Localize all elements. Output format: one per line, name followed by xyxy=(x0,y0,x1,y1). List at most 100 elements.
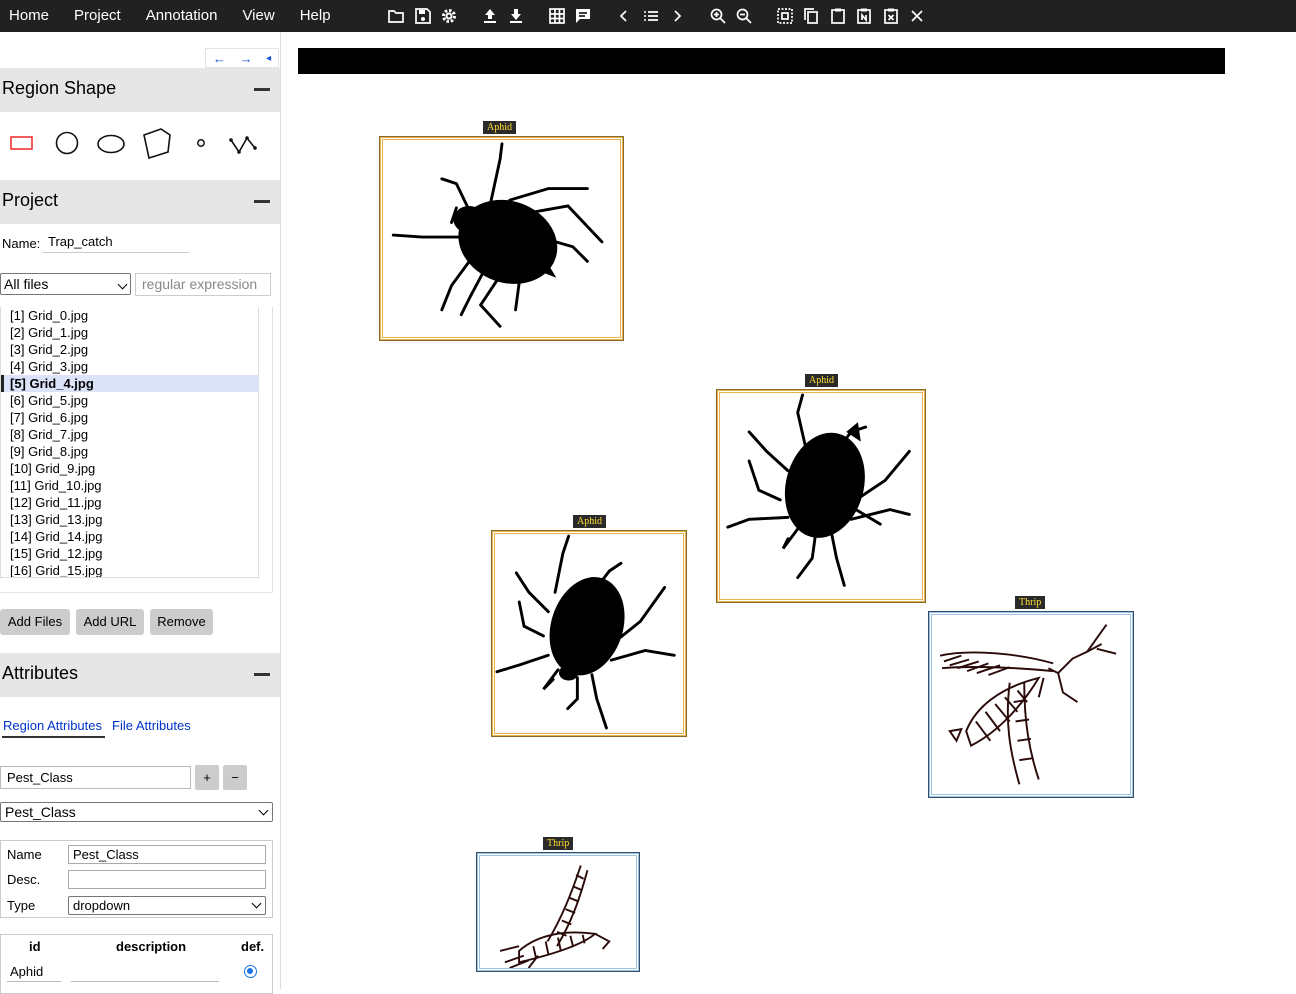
attr-name-field[interactable]: Pest_Class xyxy=(68,845,266,864)
paste-n-icon[interactable] xyxy=(854,6,874,26)
section-title: Project xyxy=(2,190,59,210)
point-shape-icon[interactable] xyxy=(195,137,207,149)
column-header-default: def. xyxy=(241,939,265,954)
image-top-strip xyxy=(298,48,1225,74)
filter-selected-value: All files xyxy=(4,276,49,292)
file-list-item[interactable]: [3] Grid_2.jpg xyxy=(1,341,258,358)
grid-view-icon[interactable] xyxy=(547,6,567,26)
add-url-button[interactable]: Add URL xyxy=(76,609,144,635)
nav-left-arrow[interactable]: ← xyxy=(213,51,226,66)
region-label[interactable]: Aphid xyxy=(805,374,838,387)
prev-icon[interactable] xyxy=(614,6,634,26)
new-attribute-input[interactable]: Pest_Class xyxy=(0,766,191,789)
project-name-label: Name: xyxy=(2,236,41,251)
nav-right-arrow[interactable]: → xyxy=(239,51,252,66)
close-icon[interactable] xyxy=(907,6,927,26)
menu-annotation[interactable]: Annotation xyxy=(137,0,234,32)
attribute-selected-value: Pest_Class xyxy=(5,804,76,820)
zoom-in-icon[interactable] xyxy=(708,6,728,26)
menu-view[interactable]: View xyxy=(233,0,290,32)
file-list-item[interactable]: [1] Grid_0.jpg xyxy=(1,307,258,324)
next-icon[interactable] xyxy=(667,6,687,26)
menu-home[interactable]: Home xyxy=(0,0,65,32)
collapse-panel-arrow[interactable]: ◂ xyxy=(266,53,271,64)
region-label[interactable]: Aphid xyxy=(573,515,606,528)
panel-nav: ← → ◂ xyxy=(205,48,279,68)
attr-type-label: Type xyxy=(7,898,36,913)
settings-icon[interactable] xyxy=(439,6,459,26)
annotation-region[interactable] xyxy=(379,136,624,341)
comment-icon[interactable] xyxy=(573,6,593,26)
file-list-item[interactable]: [9] Grid_8.jpg xyxy=(1,443,258,460)
file-filter-select[interactable]: All files xyxy=(0,273,131,295)
file-list-item[interactable]: [13] Grid_13.jpg xyxy=(1,511,258,528)
tab-region-attributes[interactable]: Region Attributes xyxy=(3,718,102,733)
file-list-item[interactable]: [14] Grid_14.jpg xyxy=(1,528,258,545)
annotation-region[interactable] xyxy=(491,530,687,737)
polygon-shape-icon[interactable] xyxy=(141,127,173,159)
region-label[interactable]: Thrip xyxy=(543,837,574,850)
column-header-id: id xyxy=(29,939,41,954)
file-list-item[interactable]: [16] Grid_15.jpg xyxy=(1,562,258,577)
annotation-region[interactable] xyxy=(716,389,926,603)
file-list-item[interactable]: [8] Grid_7.jpg xyxy=(1,426,258,443)
menu-project[interactable]: Project xyxy=(65,0,137,32)
ellipse-shape-icon[interactable] xyxy=(96,133,126,155)
add-attribute-button[interactable]: + xyxy=(195,765,219,790)
file-list-item[interactable]: [2] Grid_1.jpg xyxy=(1,324,258,341)
option-id-field[interactable]: Aphid xyxy=(10,964,43,979)
collapse-icon[interactable] xyxy=(254,88,270,91)
field-underline xyxy=(7,981,61,982)
top-menu-bar: Home Project Annotation View Help xyxy=(0,0,1296,32)
attr-desc-field[interactable] xyxy=(68,870,266,889)
file-list-item[interactable]: [10] Grid_9.jpg xyxy=(1,460,258,477)
region-label[interactable]: Thrip xyxy=(1015,596,1046,609)
file-list-item[interactable]: [6] Grid_5.jpg xyxy=(1,392,258,409)
file-list-item-active[interactable]: [5] Grid_4.jpg xyxy=(1,375,258,392)
attribute-select[interactable]: Pest_Class xyxy=(0,802,273,822)
paste-delete-icon[interactable] xyxy=(881,6,901,26)
attr-type-select[interactable]: dropdown xyxy=(68,896,266,915)
aphid-image xyxy=(726,393,911,587)
file-list-scrollbar[interactable] xyxy=(272,307,273,592)
menu-help[interactable]: Help xyxy=(291,0,347,32)
file-list-item[interactable]: [15] Grid_12.jpg xyxy=(1,545,258,562)
folder-open-icon[interactable] xyxy=(386,6,406,26)
project-header[interactable]: Project xyxy=(0,180,280,224)
paste-icon[interactable] xyxy=(828,6,848,26)
save-icon[interactable] xyxy=(413,6,433,26)
region-label[interactable]: Aphid xyxy=(483,121,516,134)
active-tab-indicator xyxy=(2,736,105,738)
copy-icon[interactable] xyxy=(801,6,821,26)
zoom-out-icon[interactable] xyxy=(734,6,754,26)
select-all-icon[interactable] xyxy=(775,6,795,26)
project-name-input[interactable]: Trap_catch xyxy=(42,231,189,253)
attr-type-value: dropdown xyxy=(73,898,131,913)
collapse-icon[interactable] xyxy=(254,200,270,203)
collapse-icon[interactable] xyxy=(254,673,270,676)
thrip-image xyxy=(499,865,611,968)
regex-filter-input[interactable]: regular expression xyxy=(135,273,271,296)
rectangle-shape-icon[interactable] xyxy=(10,135,34,151)
remove-attribute-button[interactable]: − xyxy=(223,765,247,790)
file-list-item[interactable]: [11] Grid_10.jpg xyxy=(1,477,258,494)
annotation-region[interactable] xyxy=(928,611,1134,798)
add-files-button[interactable]: Add Files xyxy=(0,609,70,635)
remove-button[interactable]: Remove xyxy=(150,609,213,635)
circle-shape-icon[interactable] xyxy=(55,130,79,156)
download-icon[interactable] xyxy=(506,6,526,26)
upload-icon[interactable] xyxy=(480,6,500,26)
attr-desc-label: Desc. xyxy=(7,872,41,887)
file-list-item[interactable]: [12] Grid_11.jpg xyxy=(1,494,258,511)
annotation-region[interactable] xyxy=(476,852,640,972)
divider xyxy=(0,592,273,593)
list-icon[interactable] xyxy=(641,6,661,26)
region-shape-header[interactable]: Region Shape xyxy=(0,68,280,112)
attributes-header[interactable]: Attributes xyxy=(0,653,280,697)
file-list-item[interactable]: [7] Grid_6.jpg xyxy=(1,409,258,426)
tab-file-attributes[interactable]: File Attributes xyxy=(112,718,191,733)
polyline-shape-icon[interactable] xyxy=(228,133,258,155)
file-list-item[interactable]: [4] Grid_3.jpg xyxy=(1,358,258,375)
default-option-radio[interactable] xyxy=(244,965,257,978)
chevron-down-icon xyxy=(258,805,269,816)
